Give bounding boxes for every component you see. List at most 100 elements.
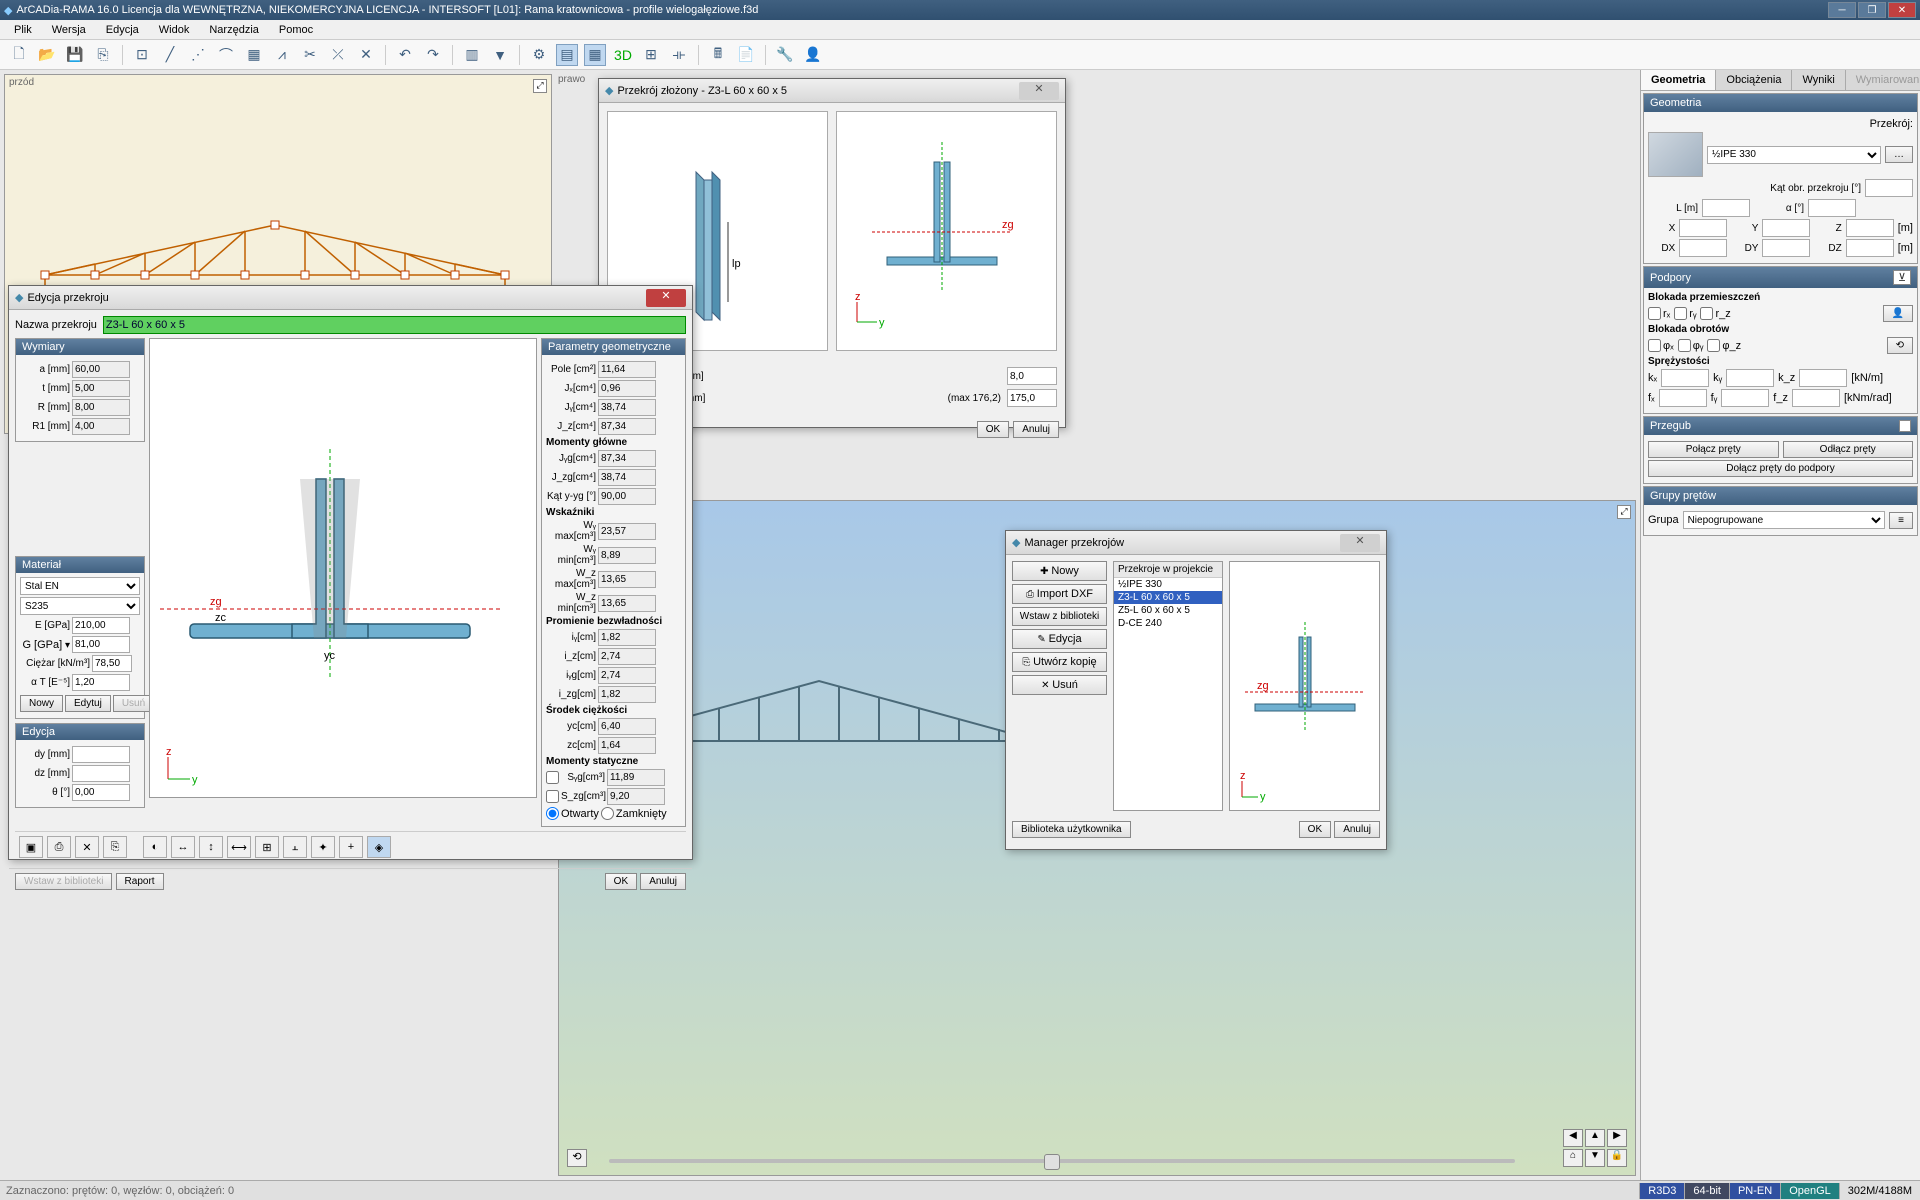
mp-usun[interactable]: ✕ Usuń xyxy=(1012,675,1107,695)
pz-cancel[interactable]: Anuluj xyxy=(1013,421,1059,438)
z-in[interactable] xyxy=(1846,219,1894,237)
kx-in[interactable] xyxy=(1661,369,1709,387)
mp-ok[interactable]: OK xyxy=(1299,821,1331,838)
ry-chk[interactable]: rᵧ xyxy=(1674,307,1696,320)
grid-icon[interactable]: ▦ xyxy=(243,44,265,66)
dz-in[interactable] xyxy=(1846,239,1894,257)
mp-edycja[interactable]: ✎ Edycja xyxy=(1012,629,1107,649)
eptb-10[interactable]: ⫠ xyxy=(283,836,307,858)
mp-bib[interactable]: Biblioteka użytkownika xyxy=(1012,821,1131,838)
dz-in[interactable] xyxy=(72,765,130,782)
eptb-6[interactable]: ↔ xyxy=(171,836,195,858)
break-icon[interactable]: ⤫ xyxy=(327,44,349,66)
eptb-9[interactable]: ⊞ xyxy=(255,836,279,858)
mp-item-0[interactable]: ½IPE 330 xyxy=(1114,578,1222,591)
open-icon[interactable]: 📂 xyxy=(36,44,58,66)
ep-ok[interactable]: OK xyxy=(605,873,637,890)
C-in[interactable] xyxy=(92,655,132,672)
menu-narzedzia[interactable]: Narzędzia xyxy=(201,22,267,38)
ep-anuluj[interactable]: Anuluj xyxy=(640,873,686,890)
rx-chk[interactable]: rₓ xyxy=(1648,307,1670,320)
l-input[interactable] xyxy=(1702,199,1750,217)
eptb-3[interactable]: ✕ xyxy=(75,836,99,858)
mp-nowy[interactable]: ✚ Nowy xyxy=(1012,561,1107,581)
support-icon-btn[interactable]: 👤 xyxy=(1883,305,1913,322)
menu-plik[interactable]: Plik xyxy=(6,22,40,38)
mat-edytuj[interactable]: Edytuj xyxy=(65,695,111,712)
eptb-5[interactable]: ◐ xyxy=(143,836,167,858)
przegub-chk[interactable] xyxy=(1899,420,1911,432)
E-in[interactable] xyxy=(72,617,130,634)
dx-in[interactable] xyxy=(1679,239,1727,257)
eptb-8[interactable]: ⟷ xyxy=(227,836,251,858)
nav-lock[interactable]: 🔒 xyxy=(1607,1149,1627,1167)
eptb-13[interactable]: ◈ xyxy=(367,836,391,858)
fy-chk[interactable]: φᵧ xyxy=(1678,339,1704,352)
mp-import[interactable]: ⎙ Import DXF xyxy=(1012,584,1107,604)
bar-icon[interactable]: ╱ xyxy=(159,44,181,66)
menu-wersja[interactable]: Wersja xyxy=(44,22,94,38)
close-button[interactable]: ✕ xyxy=(1888,2,1916,18)
mp-kopia[interactable]: ⎘ Utwórz kopię xyxy=(1012,652,1107,672)
szg-chk[interactable] xyxy=(546,790,559,803)
mat1-sel[interactable]: Stal EN xyxy=(20,577,140,595)
mp-item-1[interactable]: Z3-L 60 x 60 x 5 xyxy=(1114,591,1222,604)
fx2-in[interactable] xyxy=(1659,389,1707,407)
fz-chk[interactable]: φ_z xyxy=(1707,339,1741,352)
th-in[interactable] xyxy=(72,784,130,801)
view-reset[interactable]: ⟲ xyxy=(567,1149,587,1167)
nav-up[interactable]: ▲ xyxy=(1585,1129,1605,1147)
view-slider[interactable] xyxy=(609,1159,1515,1163)
dy-in[interactable] xyxy=(72,746,130,763)
cut-icon[interactable]: ✂ xyxy=(299,44,321,66)
menu-widok[interactable]: Widok xyxy=(151,22,198,38)
pz-v2[interactable] xyxy=(1007,389,1057,407)
ep-name-input[interactable] xyxy=(103,316,686,334)
eptb-11[interactable]: ✦ xyxy=(311,836,335,858)
tab-geometria[interactable]: Geometria xyxy=(1641,70,1716,90)
menu-pomoc[interactable]: Pomoc xyxy=(271,22,321,38)
maximize-button[interactable]: ❐ xyxy=(1858,2,1886,18)
x-in[interactable] xyxy=(1679,219,1727,237)
mat-nowy[interactable]: Nowy xyxy=(20,695,63,712)
columns-icon[interactable]: ▥ xyxy=(461,44,483,66)
tab-wyniki[interactable]: Wyniki xyxy=(1792,70,1845,90)
save-icon[interactable]: 💾 xyxy=(64,44,86,66)
undo-icon[interactable]: ↶ xyxy=(394,44,416,66)
pz-v1[interactable] xyxy=(1007,367,1057,385)
pz-ok[interactable]: OK xyxy=(977,421,1009,438)
odlacz-btn[interactable]: Odłącz pręty xyxy=(1783,441,1914,458)
eptb-1[interactable]: ▣ xyxy=(19,836,43,858)
new-icon[interactable]: 🗋 xyxy=(8,44,30,66)
measure-icon[interactable]: ⟛ xyxy=(668,44,690,66)
grupa-btn[interactable]: ≡ xyxy=(1889,512,1913,529)
view2-icon[interactable]: ▦ xyxy=(584,44,606,66)
dy-in[interactable] xyxy=(1762,239,1810,257)
zamkniety-radio[interactable]: Zamknięty xyxy=(601,807,667,820)
chain-icon[interactable]: ⋰ xyxy=(187,44,209,66)
section-btn[interactable]: … xyxy=(1885,146,1913,163)
nav-down[interactable]: ▼ xyxy=(1585,1149,1605,1167)
grupa-select[interactable]: Niepogrupowane xyxy=(1683,511,1886,529)
pz-close[interactable]: ✕ xyxy=(1019,82,1059,100)
mp-item-2[interactable]: Z5-L 60 x 60 x 5 xyxy=(1114,604,1222,617)
ky-in[interactable] xyxy=(1726,369,1774,387)
ep-close[interactable]: ✕ xyxy=(646,289,686,307)
calc-icon[interactable]: 🖩 xyxy=(707,44,729,66)
syg-chk[interactable] xyxy=(546,771,559,784)
report-icon[interactable]: 📄 xyxy=(735,44,757,66)
rz-chk[interactable]: r_z xyxy=(1700,307,1730,320)
truss-icon[interactable]: ⩘ xyxy=(271,44,293,66)
nav-btn[interactable]: ◀ xyxy=(1563,1129,1583,1147)
gear-icon[interactable]: ⚙ xyxy=(528,44,550,66)
nav-btn[interactable]: ▶ xyxy=(1607,1129,1627,1147)
filter-icon[interactable]: ▼ xyxy=(489,44,511,66)
kat-input[interactable] xyxy=(1865,179,1913,197)
eptb-2[interactable]: ⎙ xyxy=(47,836,71,858)
fy2-in[interactable] xyxy=(1721,389,1769,407)
eptb-4[interactable]: ⎘ xyxy=(103,836,127,858)
node-icon[interactable]: ⊡ xyxy=(131,44,153,66)
mp-list[interactable]: Przekroje w projekcie ½IPE 330 Z3-L 60 x… xyxy=(1113,561,1223,811)
polacz-btn[interactable]: Połącz pręty xyxy=(1648,441,1779,458)
view3d-icon[interactable]: 3D xyxy=(612,44,634,66)
